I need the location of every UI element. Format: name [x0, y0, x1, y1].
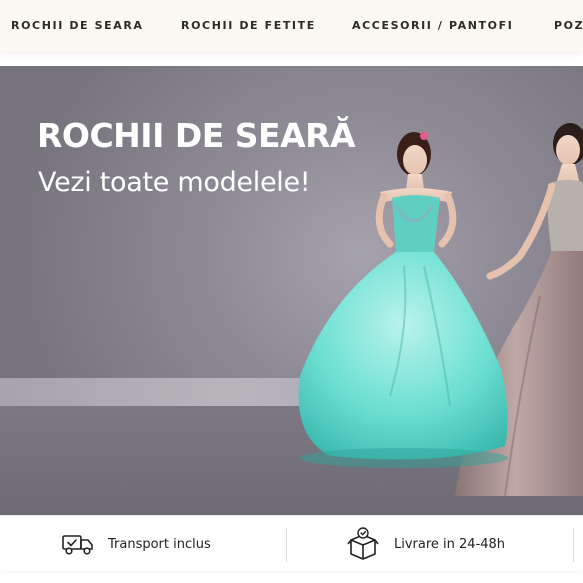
feature-delivery: Livrare in 24-48h [345, 516, 505, 572]
feature-transport-label: Transport inclus [108, 536, 211, 552]
hero-subtitle-link[interactable]: Vezi toate modelele! [38, 167, 311, 198]
nav-item-rochii-de-seara[interactable]: ROCHII DE SEARA [11, 19, 144, 32]
features-bar: Transport inclus Livrare in 24-48h [0, 515, 583, 571]
nav-item-accesorii-pantofi[interactable]: ACCESORII / PANTOFI [352, 19, 513, 32]
nav-item-poz[interactable]: POZ [554, 19, 583, 32]
main-nav: ROCHII DE SEARA ROCHII DE FETITE ACCESOR… [0, 0, 583, 52]
feature-delivery-label: Livrare in 24-48h [394, 536, 506, 552]
feature-divider [573, 528, 574, 562]
feature-divider [286, 528, 287, 562]
feature-transport: Transport inclus [60, 516, 211, 572]
hero-title: ROCHII DE SEARĂ [37, 116, 356, 155]
nav-item-rochii-de-fetite[interactable]: ROCHII DE FETITE [181, 19, 316, 32]
hero-banner[interactable]: ROCHII DE SEARĂ Vezi toate modelele! [0, 66, 583, 515]
package-icon [347, 527, 379, 560]
truck-icon [62, 535, 93, 555]
turquoise-dress-model [298, 132, 508, 468]
